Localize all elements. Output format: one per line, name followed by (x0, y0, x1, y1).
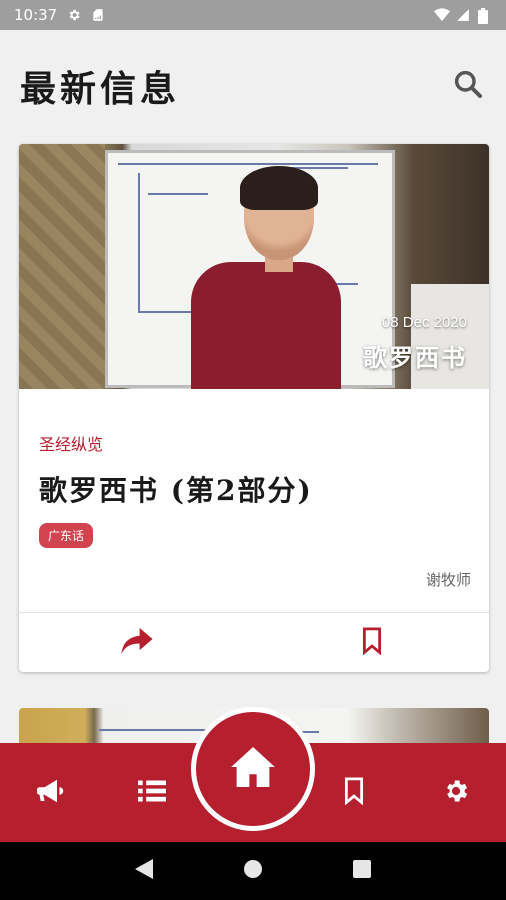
search-icon (452, 68, 484, 104)
settings-gear-icon (67, 8, 81, 22)
home-circle-icon (243, 859, 263, 883)
signal-icon (456, 8, 470, 22)
home-icon (231, 747, 275, 791)
status-right (434, 8, 492, 24)
nav-list[interactable] (130, 771, 174, 815)
status-time: 10:37 (14, 6, 58, 24)
settings-gear-icon (442, 777, 470, 809)
list-icon (138, 779, 166, 807)
share-button[interactable] (19, 613, 254, 672)
wifi-icon (434, 8, 450, 22)
system-navigation-bar (0, 842, 506, 900)
status-bar: 10:37 (0, 0, 506, 30)
recents-square-icon (352, 860, 371, 882)
bookmark-button[interactable] (254, 613, 489, 672)
card-author: 谢牧师 (425, 571, 471, 589)
thumbnail-shelf (411, 284, 489, 389)
thumbnail-caption: 歌罗西书 (363, 343, 467, 372)
thumbnail-speaker-body (191, 262, 341, 389)
card-actions (19, 612, 489, 672)
bookmark-icon (361, 627, 383, 659)
nav-bookmarks[interactable] (332, 771, 376, 815)
recents-button[interactable] (342, 851, 382, 891)
sermon-card[interactable]: 08 Dec 2020 歌罗西书 圣经纵览 歌罗西书 (第2部分) 广东话 谢牧… (19, 144, 489, 672)
battery-icon (478, 8, 492, 24)
nav-settings[interactable] (434, 771, 478, 815)
home-button[interactable] (191, 707, 315, 831)
search-button[interactable] (450, 68, 486, 104)
thumbnail-speaker-hair (240, 166, 318, 210)
card-thumbnail[interactable]: 08 Dec 2020 歌罗西书 (19, 144, 489, 389)
megaphone-icon (37, 778, 67, 808)
bookmark-icon (343, 777, 365, 809)
sim-card-icon (91, 8, 105, 22)
card-category[interactable]: 圣经纵览 (39, 431, 469, 455)
card-body: 圣经纵览 歌罗西书 (第2部分) 广东话 谢牧师 (19, 389, 489, 612)
header: 最新信息 (0, 30, 506, 142)
language-tag[interactable]: 广东话 (39, 523, 94, 548)
thumbnail-curtain (19, 144, 105, 389)
share-arrow-icon (120, 627, 153, 658)
card-title[interactable]: 歌罗西书 (第2部分) (39, 469, 469, 509)
page-title: 最新信息 (20, 68, 181, 110)
back-button[interactable] (124, 851, 164, 891)
thumbnail-date: 08 Dec 2020 (381, 314, 467, 331)
home-system-button[interactable] (233, 851, 273, 891)
status-left: 10:37 (14, 6, 105, 24)
nav-announcements[interactable] (30, 771, 74, 815)
back-triangle-icon (135, 859, 154, 883)
